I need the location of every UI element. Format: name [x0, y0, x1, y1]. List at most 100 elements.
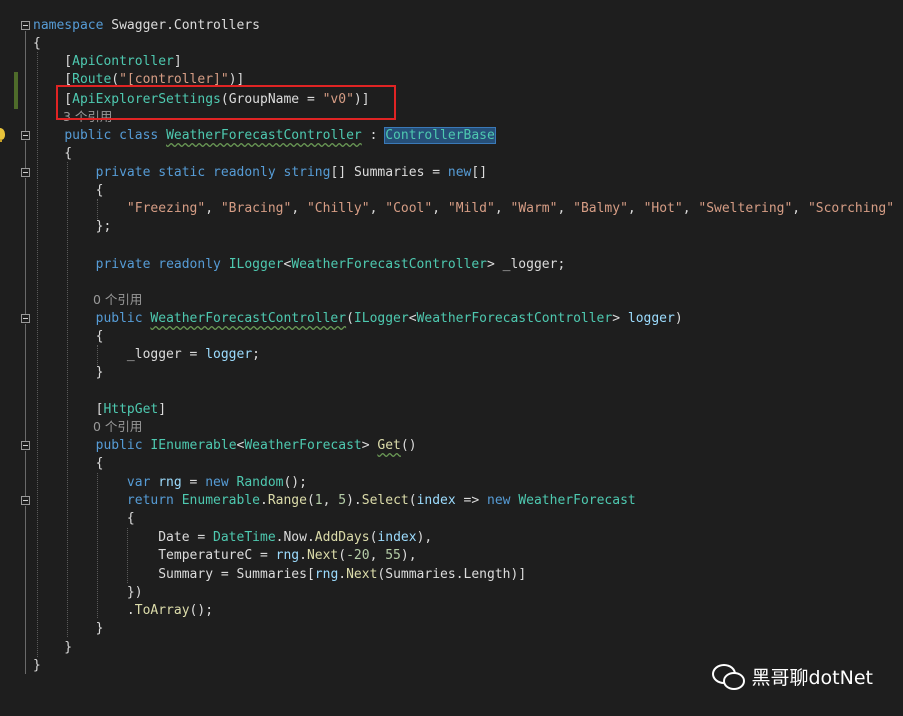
code-line: } — [33, 365, 104, 380]
number-literal: 55 — [385, 548, 401, 563]
readonly-keyword: readonly — [213, 165, 276, 180]
namespace-keyword: namespace — [33, 18, 104, 33]
summaries-field: Summaries — [385, 567, 456, 582]
class-keyword: class — [119, 128, 159, 143]
codelens-references[interactable]: 0 个引用 — [93, 291, 142, 309]
logger-parameter: logger — [205, 347, 253, 362]
new-keyword: new — [205, 475, 229, 490]
next-call: Next — [346, 567, 378, 582]
weatherforecast-type: WeatherForecast — [244, 438, 362, 453]
rng-variable: rng — [158, 475, 182, 490]
length-property: Length — [463, 567, 511, 582]
logger-parameter: logger — [627, 311, 675, 326]
codelens-references[interactable]: 0 个引用 — [93, 418, 142, 436]
fold-constructor-button[interactable] — [21, 314, 30, 323]
fold-get-button[interactable] — [21, 441, 30, 450]
class-name: WeatherForecastController — [166, 128, 362, 143]
public-keyword: public — [95, 438, 143, 453]
fold-summaries-button[interactable] — [21, 168, 30, 177]
code-line: .ToArray(); — [33, 603, 214, 618]
summary-string: "Bracing" — [220, 201, 292, 216]
next-call: Next — [306, 548, 339, 563]
fold-line — [25, 506, 26, 674]
fold-line — [25, 451, 26, 496]
generic-type-arg: WeatherForecastController — [291, 257, 487, 272]
code-line: TemperatureC = rng.Next(-20, 55), — [158, 548, 417, 563]
code-line: public class WeatherForecastController :… — [64, 127, 496, 144]
code-line: }; — [33, 219, 112, 234]
attribute-httpget: HttpGet — [103, 402, 159, 417]
fold-lambda-button[interactable] — [21, 496, 30, 505]
ilogger-type: ILogger — [228, 257, 284, 272]
summary-property: Summary — [158, 567, 214, 582]
var-keyword: var — [126, 475, 151, 490]
index-parameter: index — [377, 530, 417, 545]
summaries-field: Summaries — [353, 165, 425, 180]
ilogger-type: ILogger — [353, 311, 409, 326]
base-class-selected[interactable]: ControllerBase — [384, 127, 496, 144]
now-property: Now — [283, 530, 307, 545]
code-line: }) — [33, 585, 143, 600]
constructor-name: WeatherForecastController — [150, 311, 347, 326]
code-line: private readonly ILogger<WeatherForecast… — [95, 257, 566, 272]
code-line: public IEnumerable<WeatherForecast> Get(… — [95, 438, 417, 453]
summary-string: "Cool" — [385, 201, 433, 216]
fold-line — [25, 31, 26, 131]
code-line: namespace Swagger.Controllers — [33, 17, 260, 35]
summary-string: "Scorching" — [807, 201, 895, 216]
lightbulb-icon[interactable] — [0, 128, 5, 142]
summary-string: "Warm" — [510, 201, 558, 216]
fold-class-button[interactable] — [21, 131, 30, 140]
rng-variable: rng — [314, 567, 339, 582]
new-keyword: new — [447, 165, 472, 180]
logger-field: _logger — [126, 347, 182, 362]
code-line: { — [33, 146, 73, 161]
generic-type-arg: WeatherForecastController — [416, 311, 613, 326]
select-call: Select — [361, 493, 409, 508]
code-line: "Freezing", "Bracing", "Chilly", "Cool",… — [126, 201, 895, 216]
private-keyword: private — [95, 257, 151, 272]
rng-variable: rng — [275, 548, 300, 563]
datetime-type: DateTime — [213, 530, 276, 545]
readonly-keyword: readonly — [158, 257, 221, 272]
code-line: { — [33, 183, 104, 198]
index-parameter: index — [416, 493, 456, 508]
weatherforecast-type: WeatherForecast — [518, 493, 636, 508]
temperaturec-property: TemperatureC — [158, 548, 253, 563]
code-line: { — [33, 36, 41, 51]
code-line: [ApiController] — [33, 54, 182, 69]
number-literal: -20 — [346, 548, 370, 563]
fold-line — [25, 141, 26, 168]
code-line: Summary = Summaries[rng.Next(Summaries.L… — [158, 567, 527, 582]
enumerable-type: Enumerable — [181, 493, 260, 508]
wechat-icon — [711, 663, 745, 690]
change-indicator-bar — [14, 72, 18, 109]
number-literal: 1 — [314, 493, 323, 508]
summaries-field: Summaries — [236, 567, 307, 582]
watermark: 黑哥聊dotNet — [711, 663, 874, 690]
static-keyword: static — [158, 165, 206, 180]
code-line: } — [33, 640, 73, 655]
fold-namespace-button[interactable] — [21, 21, 30, 30]
get-method-name: Get — [377, 438, 401, 453]
ienumerable-type: IEnumerable — [150, 438, 237, 453]
code-line: } — [33, 658, 41, 673]
code-editor[interactable]: namespace Swagger.Controllers { [ApiCont… — [0, 0, 903, 716]
return-keyword: return — [126, 493, 174, 508]
fold-line — [25, 178, 26, 314]
random-type: Random — [236, 475, 284, 490]
summary-string: "Sweltering" — [698, 201, 793, 216]
watermark-text: 黑哥聊dotNet — [751, 667, 874, 689]
summary-string: "Hot" — [643, 201, 683, 216]
summary-string: "Freezing" — [126, 201, 206, 216]
attribute-apicontroller: ApiController — [72, 54, 174, 69]
code-line: return Enumerable.Range(1, 5).Select(ind… — [126, 493, 636, 508]
range-call: Range — [267, 493, 307, 508]
code-line: _logger = logger; — [126, 347, 260, 362]
code-line: Date = DateTime.Now.AddDays(index), — [158, 530, 433, 545]
public-keyword: public — [64, 128, 112, 143]
adddays-call: AddDays — [314, 530, 370, 545]
summary-string: "Mild" — [447, 201, 495, 216]
logger-field: _logger — [502, 257, 558, 272]
code-line: private static readonly string[] Summari… — [95, 165, 488, 180]
